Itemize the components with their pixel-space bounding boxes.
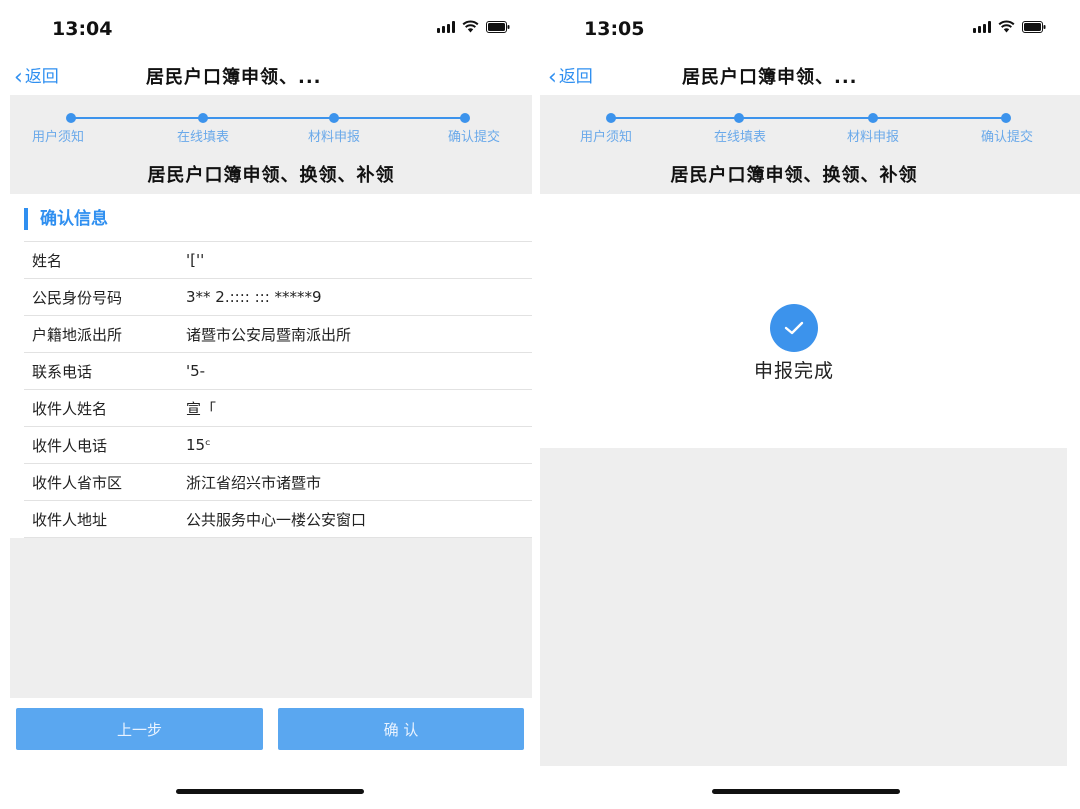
step-dot	[1001, 113, 1011, 123]
step-label-notice: 用户须知	[31, 130, 85, 145]
table-row: 收件人省市区 浙江省绍兴市诸暨市	[24, 464, 532, 501]
row-value: 宣「	[186, 399, 217, 418]
row-value: '[''	[186, 251, 205, 269]
step-label-fill: 在线填表	[176, 130, 230, 145]
left-screen: 13:04 ‹ 返回 居民户口簿申领、... 用户须知 在线填表 材料申报 确认提…	[0, 0, 540, 809]
home-indicator[interactable]	[176, 789, 364, 794]
row-label: 收件人姓名	[32, 399, 108, 418]
success-badge	[770, 304, 818, 352]
empty-area	[10, 538, 532, 698]
table-row: 收件人电话 15ᶜ	[24, 427, 532, 464]
nav-bar: ‹ 返回 居民户口簿申领、...	[0, 54, 540, 95]
form-title: 居民户口簿申领、换领、补领	[147, 165, 395, 186]
row-value: '5-	[186, 362, 206, 380]
info-table: 姓名 '['' 公民身份号码 3** 2.:::: ::: *****9 户籍地派出…	[24, 241, 532, 538]
back-label: 返回	[24, 67, 59, 87]
table-row: 收件人姓名 宣「	[24, 390, 532, 427]
row-label: 联系电话	[32, 362, 93, 381]
status-time: 13:05	[584, 18, 645, 40]
battery-icon	[1022, 20, 1046, 33]
row-label: 姓名	[32, 251, 63, 270]
status-icons	[437, 20, 510, 33]
row-value: 诸暨市公安局暨南派出所	[186, 325, 352, 344]
row-label: 收件人省市区	[32, 473, 123, 492]
step-dot	[66, 113, 76, 123]
back-label: 返回	[558, 67, 593, 87]
step-label-materials: 材料申报	[307, 130, 361, 145]
nav-title: 居民户口簿申领、...	[682, 67, 858, 88]
back-chevron-icon: ‹	[548, 65, 557, 90]
row-value: 浙江省绍兴市诸暨市	[186, 473, 322, 492]
step-progress-line	[71, 117, 465, 119]
table-row: 公民身份号码 3** 2.:::: ::: *****9	[24, 279, 532, 316]
step-dot	[734, 113, 744, 123]
row-label: 收件人电话	[32, 436, 108, 455]
table-row: 收件人地址 公共服务中心一楼公安窗口	[24, 501, 532, 538]
row-label: 公民身份号码	[32, 288, 123, 307]
step-progress-line	[611, 117, 1006, 119]
prev-step-button[interactable]: 上一步	[16, 708, 263, 750]
row-label: 收件人地址	[32, 510, 108, 529]
step-progress	[540, 113, 1080, 123]
step-dot	[868, 113, 878, 123]
right-screen: 13:05 ‹ 返回 居民户口簿申领、... 用户须知 在线填表 材料申报 确认提…	[540, 0, 1080, 809]
success-panel: 申报完成	[540, 194, 1080, 448]
step-label-confirm: 确认提交	[980, 130, 1034, 145]
battery-icon	[486, 20, 510, 33]
nav-title: 居民户口簿申领、...	[146, 67, 322, 88]
step-dot	[329, 113, 339, 123]
table-row: 户籍地派出所 诸暨市公安局暨南派出所	[24, 316, 532, 353]
row-value: 3** 2.:::: ::: *****9	[186, 288, 322, 306]
table-row: 联系电话 '5-	[24, 353, 532, 390]
signal-icon	[437, 20, 455, 33]
step-dot	[606, 113, 616, 123]
row-label: 户籍地派出所	[32, 325, 123, 344]
wifi-icon	[998, 20, 1015, 33]
table-row: 姓名 '[''	[24, 242, 532, 279]
step-label-confirm: 确认提交	[447, 130, 501, 145]
wifi-icon	[462, 20, 479, 33]
step-dot	[198, 113, 208, 123]
row-value: 15ᶜ	[186, 436, 211, 454]
step-label-notice: 用户须知	[579, 130, 633, 145]
back-button[interactable]: ‹ 返回	[14, 62, 59, 90]
check-icon	[784, 321, 804, 335]
status-bar: 13:05	[540, 0, 1080, 54]
home-indicator[interactable]	[712, 789, 900, 794]
status-bar: 13:04	[0, 0, 540, 54]
signal-icon	[973, 20, 991, 33]
nav-bar: ‹ 返回 居民户口簿申领、...	[540, 54, 1080, 95]
back-button[interactable]: ‹ 返回	[548, 62, 593, 90]
step-header: 用户须知 在线填表 材料申报 确认提交 居民户口簿申领、换领、补领	[10, 95, 532, 194]
step-progress	[10, 113, 532, 123]
step-dot	[460, 113, 470, 123]
success-text: 申报完成	[753, 360, 834, 382]
step-label-fill: 在线填表	[713, 130, 767, 145]
empty-area	[540, 448, 1067, 766]
status-icons	[973, 20, 1046, 33]
confirm-button[interactable]: 确 认	[278, 708, 524, 750]
form-title: 居民户口簿申领、换领、补领	[670, 165, 918, 186]
step-header: 用户须知 在线填表 材料申报 确认提交 居民户口簿申领、换领、补领	[540, 95, 1080, 194]
row-value: 公共服务中心一楼公安窗口	[186, 510, 367, 529]
back-chevron-icon: ‹	[14, 65, 23, 90]
status-time: 13:04	[52, 18, 113, 40]
section-title: 确认信息	[24, 208, 108, 230]
step-label-materials: 材料申报	[846, 130, 900, 145]
